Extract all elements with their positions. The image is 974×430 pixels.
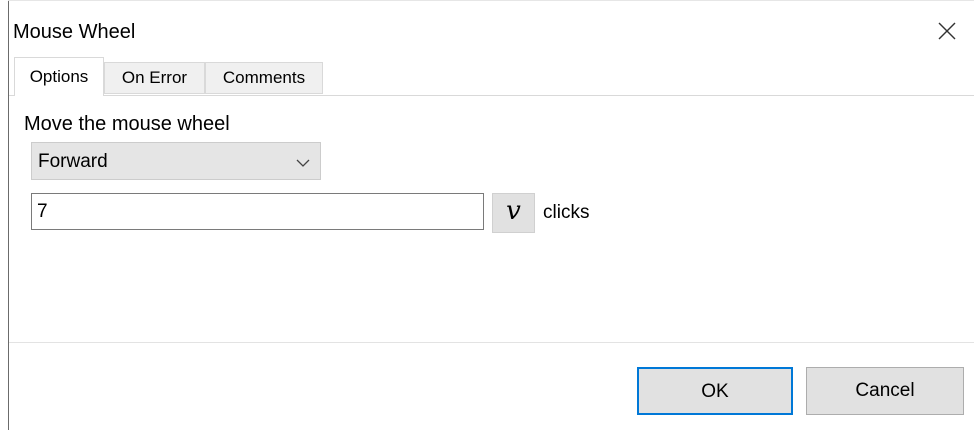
tab-comments[interactable]: Comments [205, 62, 323, 94]
clicks-count-input[interactable] [31, 193, 484, 230]
ok-button[interactable]: OK [637, 367, 793, 415]
direction-selected-value: Forward [38, 151, 108, 172]
tab-options[interactable]: Options [14, 57, 104, 96]
tab-on-error[interactable]: On Error [104, 62, 205, 94]
mouse-wheel-dialog: Mouse Wheel Options On Error Comments Mo… [0, 0, 974, 430]
cancel-button[interactable]: Cancel [806, 367, 964, 415]
clicks-unit-label: clicks [543, 202, 590, 223]
close-icon [938, 22, 956, 40]
window-title: Mouse Wheel [13, 21, 136, 43]
direction-dropdown[interactable]: Forward [31, 142, 321, 180]
chevron-down-icon [296, 155, 310, 173]
variable-button[interactable]: v [492, 193, 535, 233]
tab-strip-border [9, 95, 974, 96]
window-top-border [8, 0, 974, 1]
window-left-border [8, 0, 9, 430]
close-button[interactable] [930, 14, 964, 48]
move-wheel-label: Move the mouse wheel [24, 113, 230, 135]
footer-divider [9, 342, 974, 343]
